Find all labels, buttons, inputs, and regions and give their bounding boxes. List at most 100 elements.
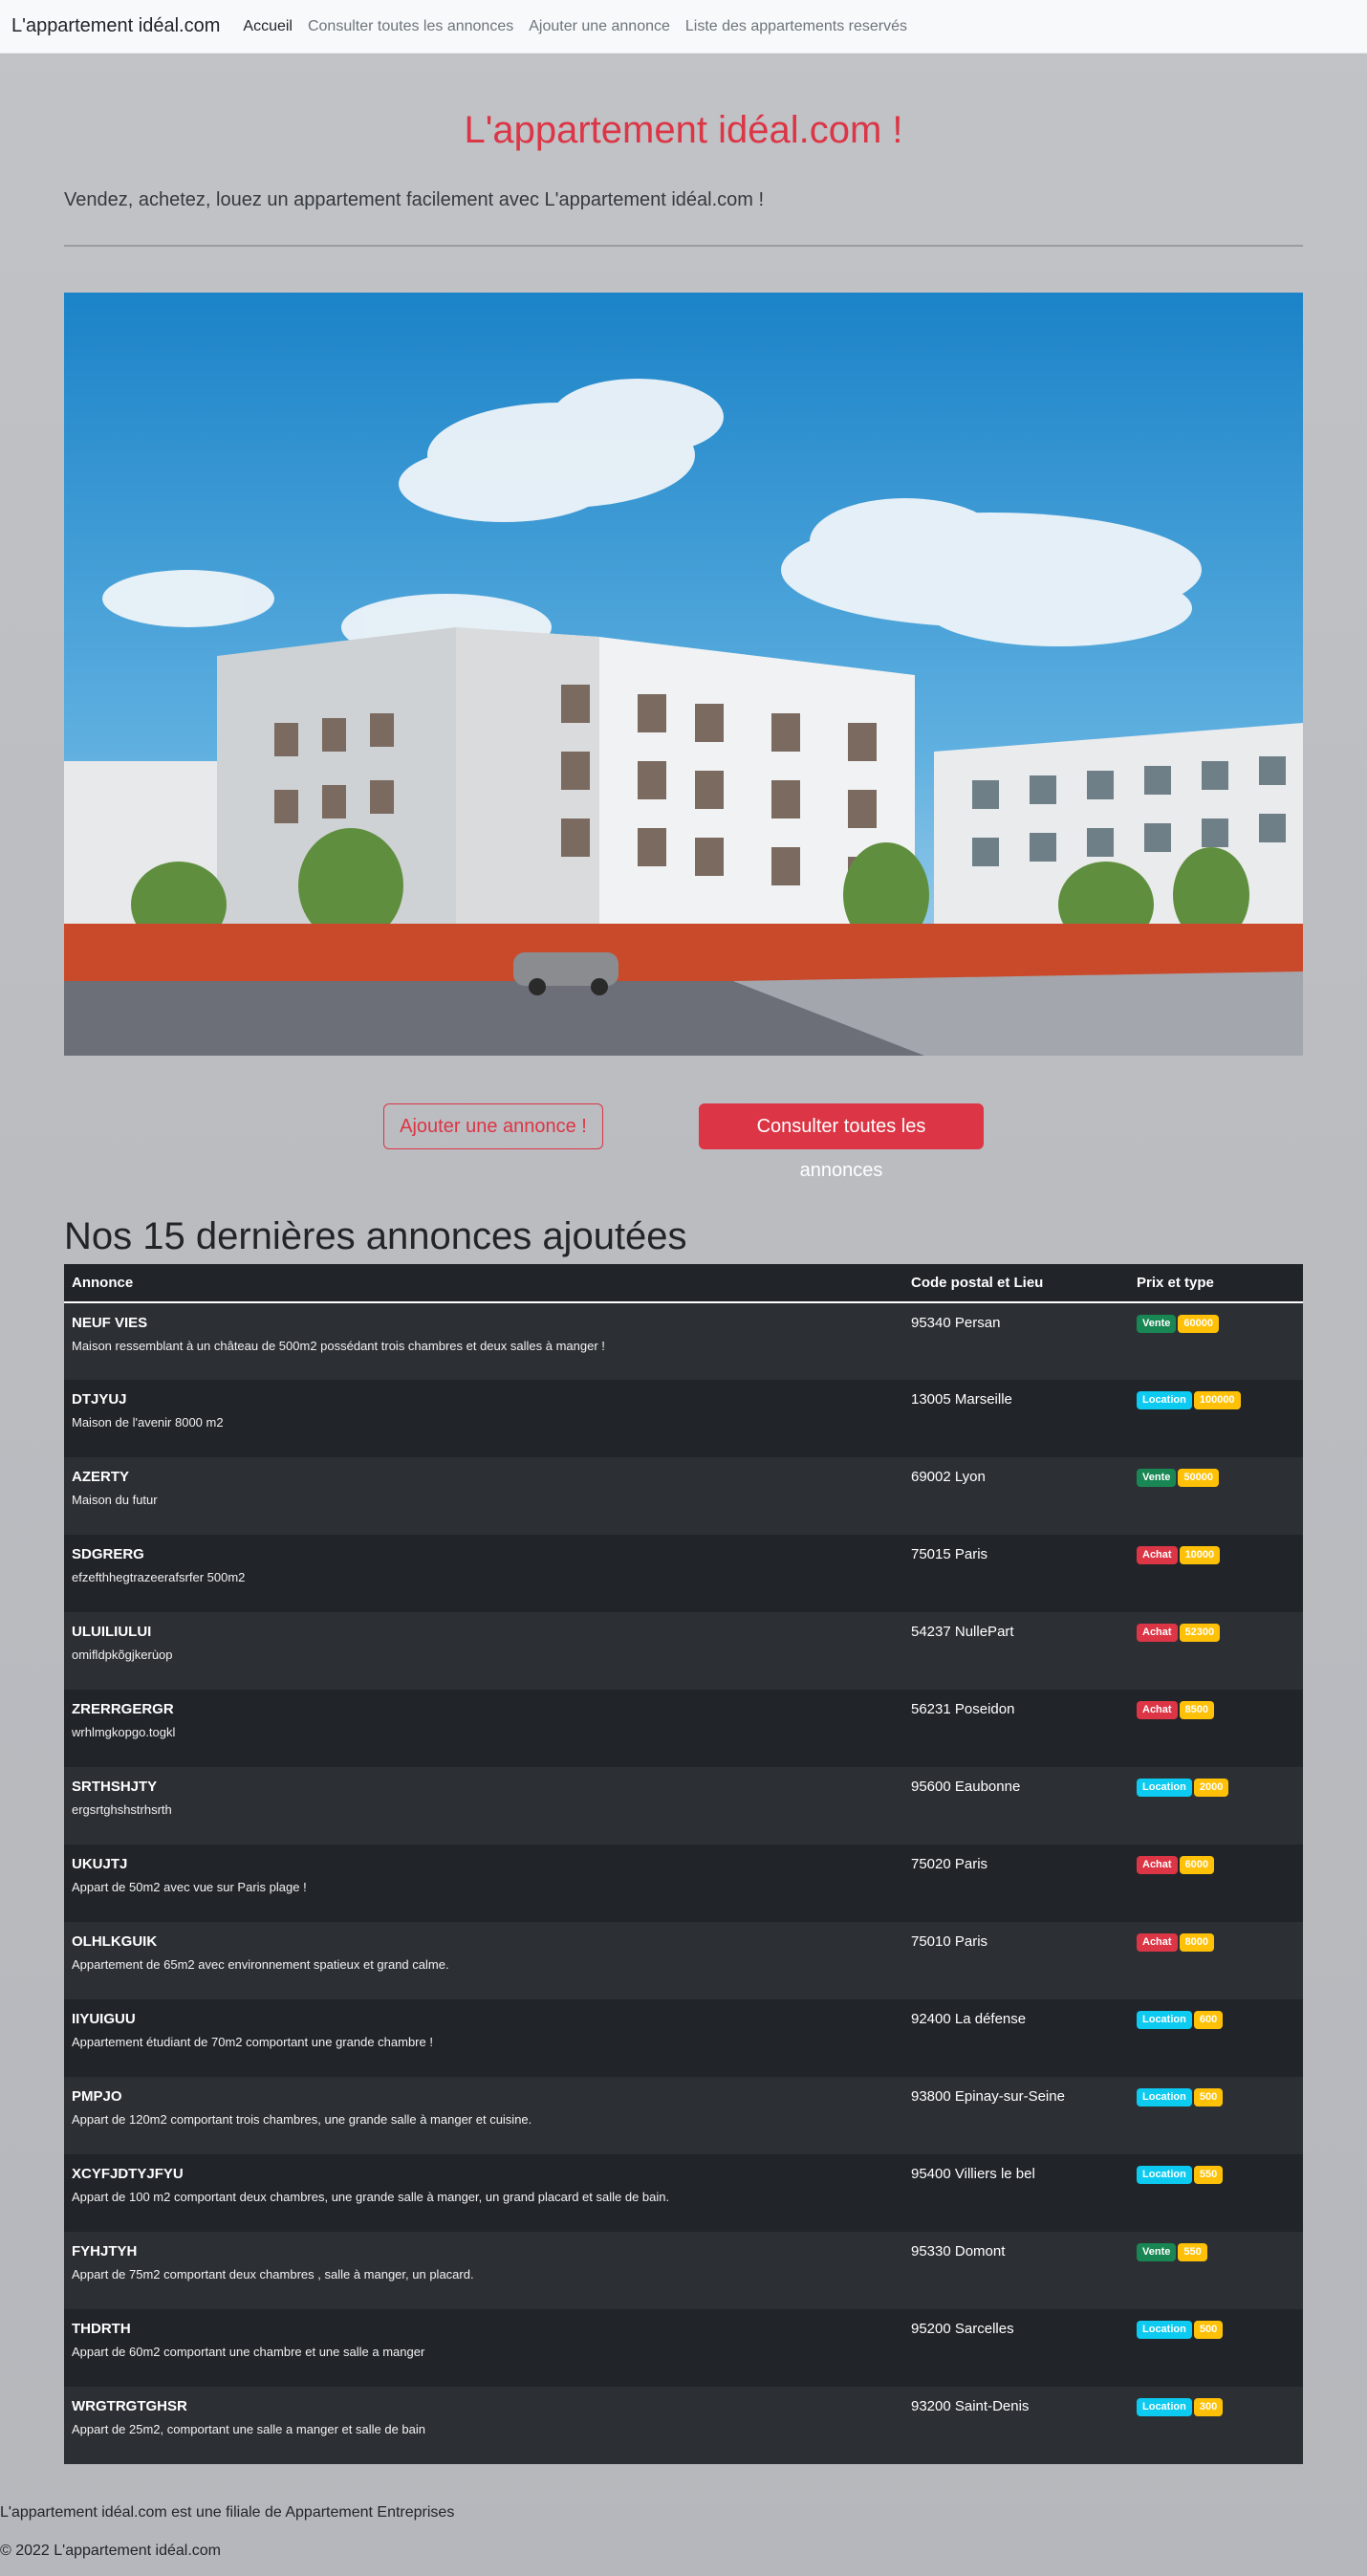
- listing-cell-annonce: SRTHSHJTY ergsrtghshstrhsrth: [64, 1767, 903, 1845]
- listing-price-badge: 550: [1193, 2166, 1224, 2184]
- listing-cell-annonce: OLHLKGUIK Appartement de 65m2 avec enviro…: [64, 1922, 903, 1999]
- listing-cell-annonce: NEUF VIES Maison ressemblant à un château…: [64, 1302, 903, 1380]
- listing-type-badge: Location: [1137, 2321, 1192, 2339]
- listing-price-badge: 300: [1193, 2398, 1224, 2416]
- listing-cell-lieu: 69002 Lyon: [903, 1457, 1129, 1535]
- listing-place: 75010 Paris: [911, 1933, 988, 1950]
- table-row: NEUF VIES Maison ressemblant à un château…: [64, 1302, 1303, 1380]
- table-row: WRGTRGTGHSR Appart de 25m2, comportant un…: [64, 2387, 1303, 2464]
- listing-cell-annonce: AZERTY Maison du futur: [64, 1457, 903, 1535]
- footer: L'appartement idéal.com est une filiale …: [0, 2494, 1367, 2570]
- browse-listings-button[interactable]: Consulter toutes les annonces: [699, 1103, 984, 1181]
- listing-cell-annonce: ULUILIULUI omifldpkõgjkerùop: [64, 1612, 903, 1690]
- listing-place: 92400 La défense: [911, 2011, 1027, 2027]
- listing-type-badge: Vente: [1137, 2243, 1177, 2261]
- listing-place: 75020 Paris: [911, 1856, 988, 1872]
- listing-price-badge: 2000: [1193, 1779, 1229, 1797]
- footer-company: L'appartement idéal.com est une filiale …: [0, 2504, 455, 2521]
- navbar-brand[interactable]: L'appartement idéal.com: [11, 15, 220, 37]
- listing-description: Appart de 120m2 comportant trois chambre…: [72, 2112, 532, 2127]
- hero-divider: [64, 245, 1303, 247]
- apartment-illustration: [64, 293, 1303, 1056]
- listing-description: Maison ressemblant à un château de 500m2…: [72, 1339, 605, 1353]
- listing-price-badge: 100000: [1193, 1391, 1241, 1409]
- table-row: IIYUIGUU Appartement étudiant de 70m2 com…: [64, 1999, 1303, 2077]
- listing-cell-lieu: 93800 Epinay-sur-Seine: [903, 2077, 1129, 2154]
- listing-cell-lieu: 13005 Marseille: [903, 1380, 1129, 1457]
- listing-type-badge: Location: [1137, 2088, 1192, 2107]
- listing-price-badge: 500: [1193, 2088, 1224, 2107]
- listing-place: 13005 Marseille: [911, 1391, 1012, 1408]
- add-listing-button[interactable]: Ajouter une annonce !: [383, 1103, 603, 1149]
- listing-title: ZRERRGERGR: [72, 1701, 174, 1717]
- listing-cell-lieu: 75010 Paris: [903, 1922, 1129, 1999]
- listing-cell-annonce: PMPJO Appart de 120m2 comportant trois ch…: [64, 2077, 903, 2154]
- listing-description: Appart de 100 m2 comportant deux chambre…: [72, 2190, 670, 2204]
- listing-title: DTJYUJ: [72, 1391, 127, 1408]
- listing-place: 93800 Epinay-sur-Seine: [911, 2088, 1065, 2105]
- listing-cell-prix: Achat 52300: [1129, 1612, 1303, 1690]
- listing-description: Appart de 25m2, comportant une salle a m…: [72, 2422, 426, 2436]
- listing-place: 95330 Domont: [911, 2243, 1006, 2259]
- table-row: DTJYUJ Maison de l'avenir 8000 m2 13005 Ma…: [64, 1380, 1303, 1457]
- listing-description: efzefthhegtrazeerafsrfer 500m2: [72, 1570, 246, 1584]
- listing-place: 95340 Persan: [911, 1315, 1001, 1331]
- listing-cell-lieu: 75020 Paris: [903, 1845, 1129, 1922]
- listing-cell-prix: Location 500: [1129, 2077, 1303, 2154]
- listing-place: 54237 NullePart: [911, 1624, 1014, 1640]
- listing-title: PMPJO: [72, 2088, 122, 2105]
- listing-description: Appartement de 65m2 avec environnement s…: [72, 1957, 449, 1972]
- listings-header-row: Annonce Code postal et Lieu Prix et type: [64, 1264, 1303, 1303]
- nav-link-accueil[interactable]: Accueil: [243, 18, 293, 35]
- table-row: OLHLKGUIK Appartement de 65m2 avec enviro…: [64, 1922, 1303, 1999]
- listing-cell-prix: Vente 60000: [1129, 1302, 1303, 1380]
- hero-actions: Ajouter une annonce ! Consulter toutes l…: [64, 1103, 1303, 1181]
- listings-body: NEUF VIES Maison ressemblant à un château…: [64, 1302, 1303, 2464]
- listing-price-badge: 50000: [1178, 1469, 1219, 1487]
- listing-cell-prix: Location 100000: [1129, 1380, 1303, 1457]
- table-row: XCYFJDTYJFYU Appart de 100 m2 comportant …: [64, 2154, 1303, 2232]
- nav-link-reserves[interactable]: Liste des appartements reservés: [685, 18, 907, 35]
- listing-cell-lieu: 95340 Persan: [903, 1302, 1129, 1380]
- listing-description: omifldpkõgjkerùop: [72, 1648, 173, 1662]
- listing-description: Appart de 75m2 comportant deux chambres …: [72, 2267, 474, 2281]
- listing-title: SDGRERG: [72, 1546, 144, 1562]
- listing-title: UKUJTJ: [72, 1856, 128, 1872]
- listing-cell-prix: Achat 6000: [1129, 1845, 1303, 1922]
- listing-cell-prix: Achat 8500: [1129, 1690, 1303, 1767]
- listing-price-badge: 10000: [1179, 1546, 1221, 1564]
- listing-type-badge: Achat: [1137, 1624, 1178, 1642]
- listing-cell-annonce: IIYUIGUU Appartement étudiant de 70m2 com…: [64, 1999, 903, 2077]
- hero-title: L'appartement idéal.com !: [464, 109, 903, 151]
- listing-cell-lieu: 56231 Poseidon: [903, 1690, 1129, 1767]
- listing-price-badge: 8000: [1179, 1933, 1215, 1952]
- listing-cell-prix: Location 600: [1129, 1999, 1303, 2077]
- listing-cell-lieu: 93200 Saint-Denis: [903, 2387, 1129, 2464]
- listing-place: 56231 Poseidon: [911, 1701, 1015, 1717]
- listing-price-badge: 52300: [1179, 1624, 1221, 1642]
- listing-cell-prix: Location 300: [1129, 2387, 1303, 2464]
- listing-place: 95600 Eaubonne: [911, 1779, 1021, 1795]
- listing-cell-lieu: 95200 Sarcelles: [903, 2309, 1129, 2387]
- header-annonce: Annonce: [64, 1264, 903, 1303]
- listing-title: ULUILIULUI: [72, 1624, 152, 1640]
- listing-cell-annonce: ZRERRGERGR wrhlmgkopgo.togkl: [64, 1690, 903, 1767]
- listing-description: wrhlmgkopgo.togkl: [72, 1725, 176, 1739]
- listing-cell-prix: Location 500: [1129, 2309, 1303, 2387]
- nav-link-ajouter[interactable]: Ajouter une annonce: [529, 18, 670, 35]
- listing-title: AZERTY: [72, 1469, 129, 1485]
- listing-cell-prix: Vente 550: [1129, 2232, 1303, 2309]
- table-row: SRTHSHJTY ergsrtghshstrhsrth 95600 Eaubonn…: [64, 1767, 1303, 1845]
- listing-price-badge: 8500: [1179, 1701, 1215, 1719]
- listing-cell-prix: Achat 10000: [1129, 1535, 1303, 1612]
- listing-title: OLHLKGUIK: [72, 1933, 158, 1950]
- listing-cell-lieu: 95600 Eaubonne: [903, 1767, 1129, 1845]
- listing-price-badge: 60000: [1178, 1315, 1219, 1333]
- listing-place: 93200 Saint-Denis: [911, 2398, 1030, 2414]
- listing-title: IIYUIGUU: [72, 2011, 136, 2027]
- listing-type-badge: Vente: [1137, 1469, 1177, 1487]
- nav-link-consulter[interactable]: Consulter toutes les annonces: [308, 18, 513, 35]
- listing-cell-prix: Location 2000: [1129, 1767, 1303, 1845]
- listing-cell-annonce: UKUJTJ Appart de 50m2 avec vue sur Paris …: [64, 1845, 903, 1922]
- listing-type-badge: Achat: [1137, 1701, 1178, 1719]
